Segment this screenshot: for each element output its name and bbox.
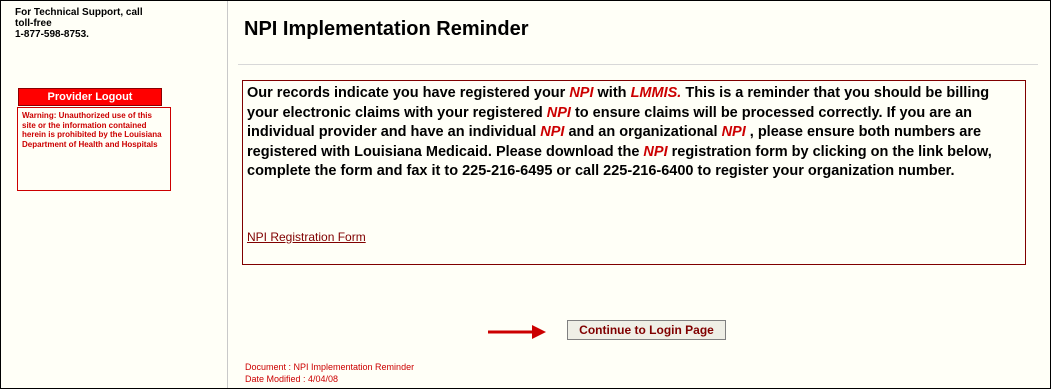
warning-notice: Warning: Unauthorized use of this site o… xyxy=(17,107,171,191)
main-content: NPI Implementation Reminder Our records … xyxy=(228,1,1050,388)
lmmis-highlight: LMMIS. xyxy=(630,85,682,101)
page-title: NPI Implementation Reminder xyxy=(244,18,529,40)
support-phone: 1-877-598-8753. xyxy=(15,29,89,40)
support-line-2: toll-free xyxy=(15,18,52,29)
npi-highlight: NPI xyxy=(643,143,668,160)
npi-highlight: NPI xyxy=(540,124,565,140)
npi-highlight: NPI xyxy=(546,104,571,121)
reminder-message: Our records indicate you have registered… xyxy=(247,84,1021,182)
footer-document: Document : NPI Implementation Reminder xyxy=(245,362,415,372)
continue-to-login-button[interactable]: Continue to Login Page xyxy=(567,320,726,340)
title-divider xyxy=(238,64,1038,65)
footer-date-modified: Date Modified : 4/04/08 xyxy=(245,374,339,384)
message-part-5: and an organizational xyxy=(564,124,722,140)
page-frame: For Technical Support, call toll-free 1-… xyxy=(0,0,1051,389)
reminder-message-box: Our records indicate you have registered… xyxy=(242,80,1026,265)
message-part-2: with xyxy=(593,85,631,101)
message-part-1: Our records indicate you have registered… xyxy=(247,85,570,101)
sidebar: For Technical Support, call toll-free 1-… xyxy=(1,1,228,388)
support-line-1: For Technical Support, call xyxy=(15,7,143,18)
page-footer: Document : NPI Implementation Reminder D… xyxy=(245,361,414,385)
technical-support-info: For Technical Support, call toll-free 1-… xyxy=(15,7,185,40)
npi-highlight: NPI xyxy=(721,124,746,140)
npi-registration-form-link[interactable]: NPI Registration Form xyxy=(247,230,366,244)
arrow-right-icon xyxy=(488,325,546,339)
provider-logout-button[interactable]: Provider Logout xyxy=(18,88,162,106)
npi-highlight: NPI xyxy=(569,85,594,101)
